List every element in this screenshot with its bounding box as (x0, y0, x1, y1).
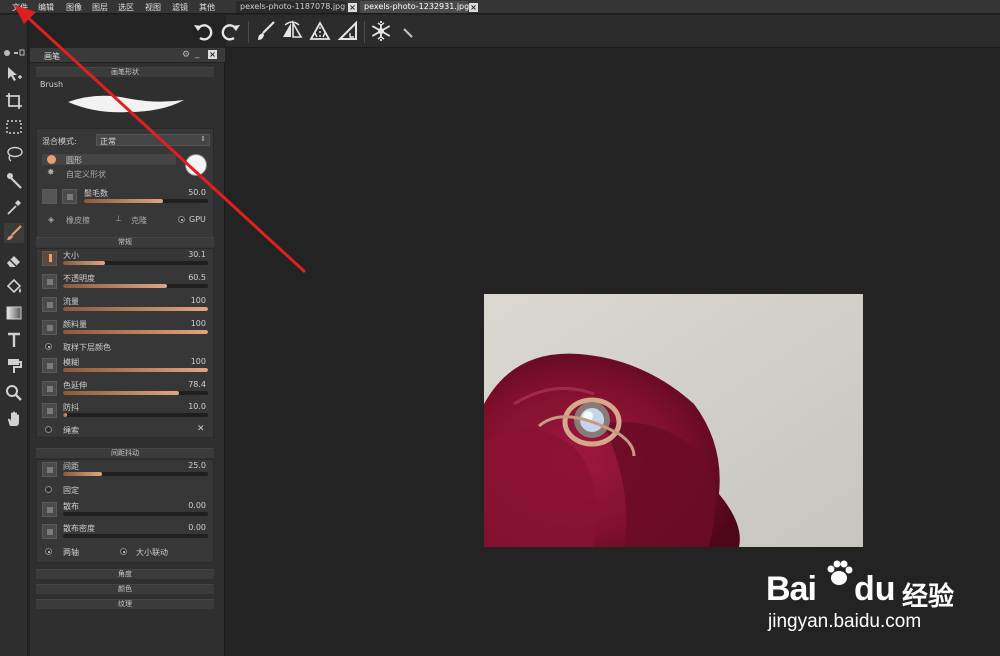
color-stretch-label: 色延伸 (63, 381, 87, 390)
flow-toggle[interactable] (42, 297, 57, 312)
watermark-bai: Bai (766, 570, 817, 608)
stabilizer-slider[interactable] (63, 413, 208, 417)
scatter-slider[interactable] (63, 512, 208, 516)
blur-slider[interactable] (63, 368, 208, 372)
scatter-density-value: 0.00 (188, 523, 206, 532)
stabilizer-slider-fill (63, 413, 68, 417)
spacing-label: 间距 (63, 462, 79, 471)
spacing-toggle[interactable] (42, 462, 57, 477)
scatter-density-slider[interactable] (63, 534, 208, 538)
snowflake-icon[interactable] (369, 19, 393, 43)
flow-slider-fill (63, 307, 208, 311)
zoom-icon[interactable] (4, 383, 24, 403)
paw-icon (824, 558, 854, 588)
flow-slider[interactable] (63, 307, 208, 311)
color-stretch-toggle[interactable] (42, 381, 57, 396)
section-color[interactable]: 颜色 (36, 584, 214, 594)
tab-close-icon[interactable]: × (348, 3, 357, 12)
spacing-value: 25.0 (188, 461, 206, 470)
both-axes-label: 两轴 (63, 548, 79, 557)
tab-close-icon[interactable]: × (469, 3, 478, 12)
scatter-label: 散布 (63, 502, 79, 511)
size-link-radio[interactable] (120, 548, 127, 555)
paint-load-slider-fill (63, 330, 208, 334)
annotation-arrow (14, 5, 307, 274)
flow-value: 100 (190, 296, 206, 305)
spacing-slider-fill (63, 472, 103, 476)
blur-toggle[interactable] (42, 358, 57, 373)
section-texture[interactable]: 纹理 (36, 599, 214, 609)
stabilizer-toggle[interactable] (42, 403, 57, 418)
ruler-icon[interactable] (336, 19, 360, 43)
scatter-value: 0.00 (188, 501, 206, 510)
stamp-icon[interactable] (4, 356, 24, 376)
color-stretch-value: 78.4 (188, 380, 206, 389)
scatter-density-toggle[interactable] (42, 524, 57, 539)
hand-icon[interactable] (4, 409, 24, 429)
stabilizer-value: 10.0 (188, 402, 206, 411)
lasso-radio[interactable] (45, 426, 52, 433)
toolbar-divider (364, 21, 365, 43)
watermark-url: jingyan.baidu.com (768, 611, 922, 632)
color-stretch-slider[interactable] (63, 391, 208, 395)
baidu-watermark: Bai du 经验 jingyan.baidu.com (760, 548, 995, 638)
color-stretch-slider-fill (63, 391, 179, 395)
watermark-jingyan: 经验 (902, 582, 955, 612)
blur-label: 模糊 (63, 358, 79, 367)
spacing-slider[interactable] (63, 472, 208, 476)
paint-load-value: 100 (190, 319, 206, 328)
flow-label: 流量 (63, 297, 79, 306)
pen-icon[interactable] (396, 19, 420, 43)
gradient-icon[interactable] (4, 303, 24, 323)
fixed-label: 固定 (63, 486, 79, 495)
paint-load-toggle[interactable] (42, 320, 57, 335)
section-angle[interactable]: 角度 (36, 569, 214, 579)
document-tab-2[interactable]: pexels-photo-1232931.jpg (360, 1, 469, 13)
scatter-density-label: 散布密度 (63, 524, 95, 533)
lasso-label: 绳索 (63, 426, 79, 435)
paint-load-slider[interactable] (63, 330, 208, 334)
sample-below-label: 取样下层颜色 (63, 343, 111, 352)
fixed-radio[interactable] (45, 486, 52, 493)
wrench-icon[interactable]: ✕ (197, 424, 205, 434)
blur-value: 100 (190, 357, 206, 366)
both-axes-radio[interactable] (45, 548, 52, 555)
paint-load-label: 颜料量 (63, 320, 87, 329)
brush-toolbar (194, 15, 1000, 48)
paint-app-window: 文件 编辑 图像 图层 选区 视图 滤镜 其他 pexels-photo-118… (0, 0, 1000, 656)
text-icon[interactable] (4, 330, 24, 350)
blur-slider-fill (63, 368, 208, 372)
canvas-image[interactable] (484, 294, 863, 547)
watermark-du: du (854, 570, 896, 608)
scatter-toggle[interactable] (42, 502, 57, 517)
stabilizer-label: 防抖 (63, 403, 79, 412)
section-spacing-jitter[interactable]: 间距抖动 (36, 448, 214, 458)
sample-below-radio[interactable] (45, 343, 52, 350)
size-link-label: 大小联动 (136, 548, 168, 557)
